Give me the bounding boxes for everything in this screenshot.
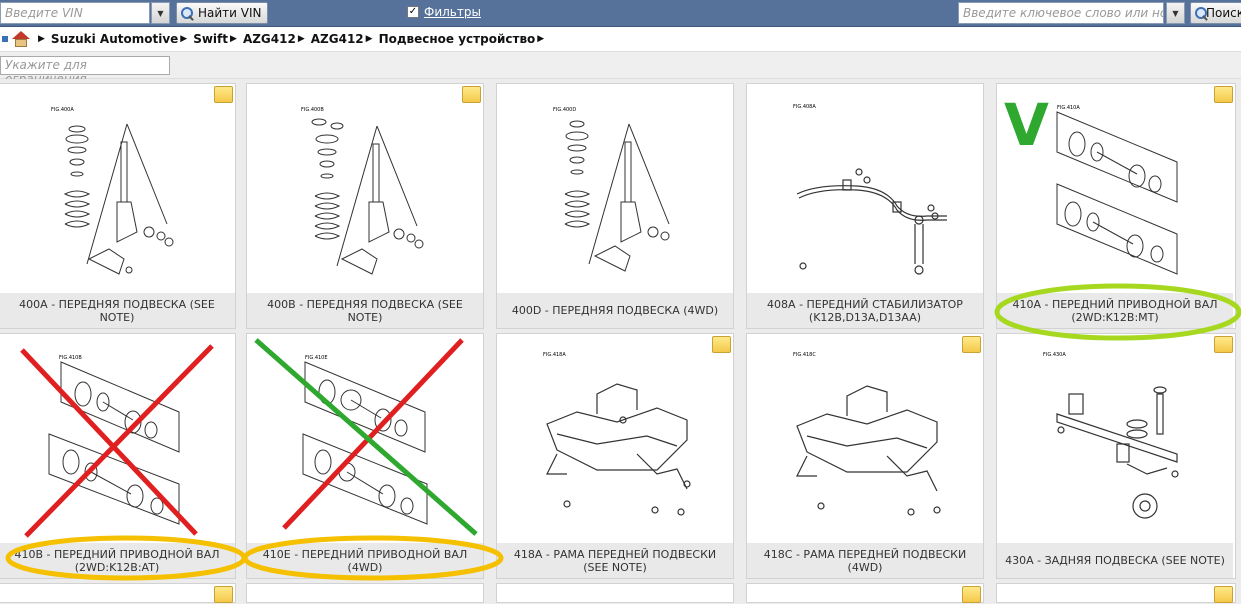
note-icon[interactable] (962, 586, 981, 603)
drive-shaft-diagram: FIG.410E (302, 355, 428, 525)
note-icon[interactable] (962, 336, 981, 353)
suspension-strut-diagram: FIG.400A (50, 105, 180, 277)
search-icon (1194, 6, 1207, 20)
svg-text:FIG.418A: FIG.418A (543, 352, 566, 358)
square-icon (2, 36, 8, 42)
diagram-card[interactable]: FIG.410E 410E - ПЕРЕДНИЙ ПРИВОДНОЙ ВАЛ (… (246, 333, 484, 579)
vin-input[interactable]: Введите VIN (0, 2, 150, 24)
filter-bar: Укажите для ограничения (0, 51, 1241, 86)
svg-text:FIG.400D: FIG.400D (553, 107, 576, 113)
breadcrumb-arrow-icon: ▶ (180, 34, 188, 44)
filter-checkbox[interactable]: ✓ (407, 6, 419, 18)
drive-shaft-diagram: FIG.410B (48, 355, 180, 525)
search-label: Поиск (1205, 6, 1241, 20)
note-icon[interactable] (712, 336, 731, 353)
diagram-card[interactable] (746, 583, 984, 603)
diagram-caption: 400A - ПЕРЕДНЯЯ ПОДВЕСКА (SEE NOTE) (0, 293, 235, 328)
diagram-card[interactable]: FIG.410B 410B - ПЕРЕДНИЙ ПРИВОДНОЙ ВАЛ (… (0, 333, 236, 579)
home-icon[interactable] (12, 31, 30, 47)
search-button[interactable]: Поиск (1190, 2, 1241, 24)
diagram-card[interactable] (246, 583, 484, 603)
rear-suspension-diagram: FIG.430A (1043, 352, 1179, 519)
breadcrumb-arrow-icon: ▶ (365, 34, 373, 44)
suspension-frame-diagram: FIG.418A (543, 352, 691, 516)
breadcrumb-item[interactable]: AZG412 (243, 32, 296, 46)
drive-shaft-diagram: FIG.410A (1056, 105, 1178, 275)
diagram-card[interactable]: FIG.400A 400A - ПЕРЕДНЯЯ ПОДВЕСКА (SEE N… (0, 83, 236, 329)
diagram-card[interactable]: FIG.410A 410A - ПЕРЕДНИЙ ПРИВОДНОЙ ВАЛ (… (996, 83, 1236, 329)
svg-text:FIG.410A: FIG.410A (1057, 105, 1080, 111)
breadcrumb-item[interactable]: Suzuki Automotive (51, 32, 178, 46)
svg-text:FIG.400B: FIG.400B (301, 107, 324, 113)
breadcrumb-item[interactable]: Swift (193, 32, 228, 46)
diagram-caption: 418A - РАМА ПЕРЕДНЕЙ ПОДВЕСКИ (SEE NOTE) (497, 543, 733, 578)
diagram-caption: 410E - ПЕРЕДНИЙ ПРИВОДНОЙ ВАЛ (4WD) (247, 543, 483, 578)
diagram-caption: 400B - ПЕРЕДНЯЯ ПОДВЕСКА (SEE NOTE) (247, 293, 483, 328)
svg-text:FIG.430A: FIG.430A (1043, 352, 1066, 358)
diagram-card[interactable] (496, 583, 734, 603)
note-icon[interactable] (214, 586, 233, 603)
stabilizer-bar-diagram: FIG.408A (793, 104, 947, 275)
diagram-caption: 430A - ЗАДНЯЯ ПОДВЕСКА (SEE NOTE) (997, 543, 1233, 578)
svg-text:FIG.410B: FIG.410B (59, 355, 82, 361)
suspension-strut-diagram: FIG.400D (553, 107, 670, 272)
breadcrumb-item[interactable]: Подвесное устройство (379, 32, 536, 46)
breadcrumb-arrow-icon: ▶ (230, 34, 237, 44)
breadcrumb-item[interactable]: AZG412 (311, 32, 364, 46)
diagram-caption: 408A - ПЕРЕДНИЙ СТАБИЛИЗАТОР (K12B,D13A,… (747, 293, 983, 328)
find-vin-button[interactable]: Найти VIN (176, 2, 268, 24)
dropdown-arrow-icon: ▼ (157, 8, 164, 18)
find-vin-label: Найти VIN (198, 6, 262, 20)
search-icon (180, 6, 194, 20)
breadcrumb-arrow-icon: ▶ (38, 34, 45, 44)
svg-text:FIG.418C: FIG.418C (793, 352, 816, 358)
svg-text:FIG.400A: FIG.400A (51, 107, 74, 113)
keyword-input[interactable]: Введите ключевое слово или но... (958, 2, 1164, 24)
breadcrumb-arrow-icon: ▶ (297, 34, 305, 44)
note-icon[interactable] (214, 86, 233, 103)
breadcrumb: ▶ Suzuki Automotive ▶ Swift ▶ AZG412 ▶ A… (0, 28, 1241, 50)
svg-text:FIG.408A: FIG.408A (793, 104, 816, 110)
vin-dropdown-button[interactable]: ▼ (151, 2, 170, 24)
note-icon[interactable] (1214, 86, 1233, 103)
diagram-grid: FIG.400A 400A - ПЕРЕДНЯЯ ПОДВЕСКА (SEE N… (0, 79, 1241, 604)
note-icon[interactable] (1214, 586, 1233, 603)
diagram-caption: 418C - РАМА ПЕРЕДНЕЙ ПОДВЕСКИ (4WD) (747, 543, 983, 578)
diagram-card[interactable]: FIG.430A 430A - ЗАДНЯЯ ПОДВЕСКА (SEE NOT… (996, 333, 1236, 579)
diagram-card[interactable] (996, 583, 1236, 603)
filter-link[interactable]: Фильтры (424, 5, 481, 19)
note-icon[interactable] (1214, 336, 1233, 353)
diagram-card[interactable]: FIG.418A 418A - РАМА ПЕРЕДНЕЙ ПОДВЕСКИ (… (496, 333, 734, 579)
note-icon[interactable] (462, 86, 481, 103)
diagram-caption: 410B - ПЕРЕДНИЙ ПРИВОДНОЙ ВАЛ (2WD:K12B:… (0, 543, 235, 578)
dropdown-arrow-icon: ▼ (1172, 8, 1179, 18)
filter-toggle[interactable]: ✓ Фильтры (407, 5, 481, 19)
diagram-card[interactable] (0, 583, 236, 603)
diagram-card[interactable]: FIG.418C 418C - РАМА ПЕРЕДНЕЙ ПОДВЕСКИ (… (746, 333, 984, 579)
suspension-strut-diagram: FIG.400B (301, 107, 424, 275)
suspension-frame-diagram: FIG.418C (793, 352, 941, 516)
diagram-caption: 410A - ПЕРЕДНИЙ ПРИВОДНОЙ ВАЛ (2WD:K12B:… (997, 293, 1233, 328)
keyword-dropdown-button[interactable]: ▼ (1166, 2, 1185, 24)
limit-filter-input[interactable]: Укажите для ограничения (0, 56, 170, 86)
breadcrumb-arrow-icon: ▶ (537, 34, 545, 44)
diagram-caption: 400D - ПЕРЕДНЯЯ ПОДВЕСКА (4WD) (497, 293, 733, 328)
diagram-card[interactable]: FIG.408A 408A - ПЕРЕДНИЙ СТАБИЛИЗАТОР (K… (746, 83, 984, 329)
top-toolbar: Введите VIN ▼ Найти VIN ✓ Фильтры Введит… (0, 0, 1241, 27)
diagram-card[interactable]: FIG.400D 400D - ПЕРЕДНЯЯ ПОДВЕСКА (4WD) (496, 83, 734, 329)
diagram-card[interactable]: FIG.400B 400B - ПЕРЕДНЯЯ ПОДВЕСКА (SEE N… (246, 83, 484, 329)
svg-text:FIG.410E: FIG.410E (305, 355, 328, 361)
